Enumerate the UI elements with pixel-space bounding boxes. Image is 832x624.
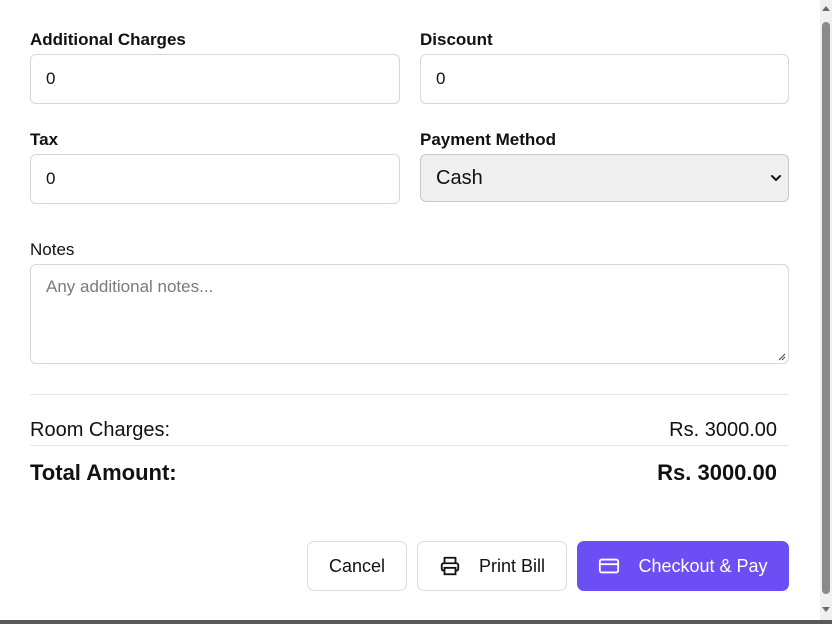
checkout-pay-button[interactable]: Checkout & Pay (577, 541, 789, 591)
discount-input[interactable] (420, 54, 789, 104)
cancel-button-label: Cancel (328, 555, 386, 576)
additional-charges-input[interactable] (30, 54, 400, 104)
resize-grip-icon[interactable] (776, 351, 786, 361)
checkout-pay-button-label: Checkout & Pay (638, 555, 768, 576)
row-divider (30, 445, 789, 446)
payment-method-label: Payment Method (420, 130, 557, 149)
additional-charges-label: Additional Charges (30, 30, 186, 49)
checkout-modal: Additional Charges Discount Tax Payment … (0, 0, 820, 620)
discount-label: Discount (420, 30, 493, 49)
payment-method-value: Cash (436, 166, 483, 189)
tax-input[interactable] (30, 154, 400, 204)
cancel-button[interactable]: Cancel (307, 541, 407, 591)
print-bill-button-label: Print Bill (478, 555, 545, 576)
total-amount-label: Total Amount: (30, 460, 177, 485)
print-bill-button[interactable]: Print Bill (417, 541, 567, 591)
summary-divider (30, 394, 789, 395)
total-amount-value: Rs. 3000.00 (657, 460, 777, 485)
printer-icon (440, 556, 460, 576)
tax-label: Tax (30, 130, 59, 149)
credit-card-icon (599, 558, 620, 574)
scroll-down-arrow-icon[interactable] (821, 606, 831, 614)
window-bottom-edge (0, 620, 832, 624)
chevron-down-icon (771, 175, 781, 181)
notes-placeholder: Any additional notes... (46, 277, 214, 296)
room-charges-value: Rs. 3000.00 (669, 419, 777, 441)
scroll-up-arrow-icon[interactable] (821, 4, 831, 12)
notes-textarea[interactable]: Any additional notes... (30, 264, 789, 364)
payment-method-select[interactable]: Cash (420, 154, 789, 202)
scrollbar-thumb[interactable] (822, 22, 830, 594)
room-charges-label: Room Charges: (30, 419, 171, 441)
notes-label: Notes (30, 240, 75, 259)
